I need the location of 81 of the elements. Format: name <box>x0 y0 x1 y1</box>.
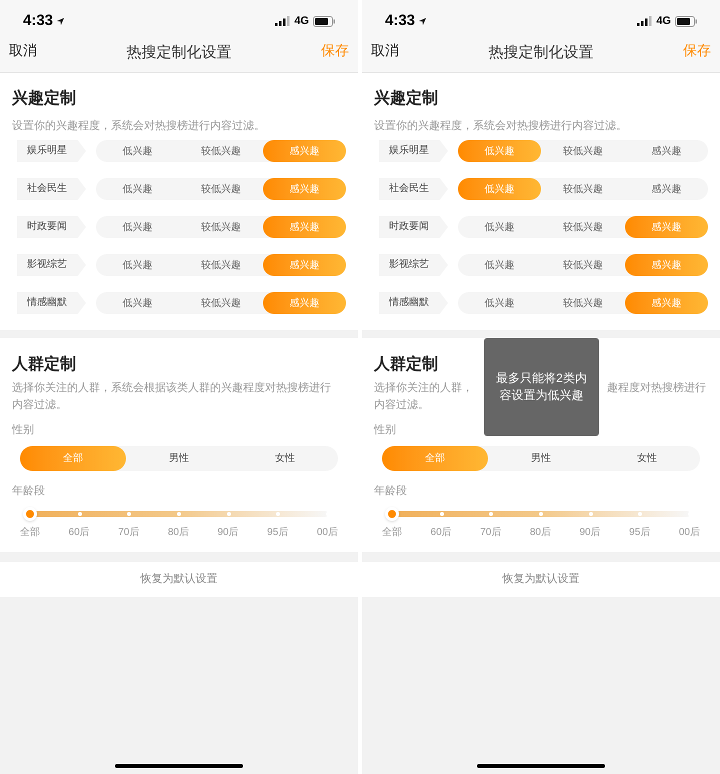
category-tag: 情感幽默 <box>17 292 86 314</box>
category-tag: 社会民生 <box>379 178 448 200</box>
network-label: 4G <box>656 14 671 29</box>
network-label: 4G <box>294 14 309 29</box>
interest-option[interactable]: 感兴趣 <box>624 178 708 200</box>
section-title: 兴趣定制 <box>12 89 77 109</box>
category-tag: 情感幽默 <box>379 292 448 314</box>
age-label: 90后 <box>218 526 239 540</box>
field-label: 年龄段 <box>12 484 46 499</box>
status-time: 4:33 <box>385 10 416 31</box>
cancel-button[interactable]: 取消 <box>371 40 399 60</box>
interest-option[interactable]: 低兴趣 <box>96 178 180 200</box>
interest-option[interactable]: 较低兴趣 <box>541 292 625 314</box>
cancel-button[interactable]: 取消 <box>9 40 37 60</box>
section-description: 趣程度对热搜榜进行 <box>607 380 706 396</box>
section-description: 内容过滤。 <box>374 398 430 413</box>
interest-option[interactable]: 较低兴趣 <box>541 140 625 162</box>
interest-option[interactable]: 较低兴趣 <box>179 216 263 238</box>
signal-icon <box>637 16 652 26</box>
section-title: 人群定制 <box>12 355 77 375</box>
interest-option[interactable]: 感兴趣 <box>624 140 708 162</box>
battery-icon <box>675 16 697 26</box>
category-tag: 影视综艺 <box>17 254 86 276</box>
category-tag: 影视综艺 <box>379 254 448 276</box>
battery-icon <box>313 16 335 26</box>
interest-option[interactable]: 较低兴趣 <box>541 178 625 200</box>
interest-option[interactable]: 较低兴趣 <box>179 254 263 276</box>
page-title: 热搜定制化设置 <box>488 43 594 63</box>
category-tag: 娱乐明星 <box>379 140 448 162</box>
section-description: 设置你的兴趣程度，系统会对热搜榜进行内容过滤。 <box>12 118 266 134</box>
age-label: 70后 <box>118 526 140 540</box>
section-description: 设置你的兴趣程度，系统会对热搜榜进行内容过滤。 <box>374 118 628 134</box>
section-title: 人群定制 <box>374 355 439 375</box>
location-arrow-icon <box>56 16 66 26</box>
slider-thumb[interactable] <box>385 507 399 521</box>
reset-button[interactable]: 恢复为默认设置 <box>362 562 720 597</box>
gender-option[interactable]: 男性 <box>126 446 232 471</box>
section-description: 选择你关注的人群， <box>374 380 473 396</box>
category-tag: 时政要闻 <box>379 216 448 238</box>
interest-option[interactable]: 低兴趣 <box>458 254 542 276</box>
age-label: 80后 <box>530 526 551 540</box>
age-label: 全部 <box>20 526 40 540</box>
age-label: 60后 <box>430 526 452 540</box>
slider-thumb[interactable] <box>23 507 37 521</box>
age-label: 90后 <box>580 526 601 540</box>
interest-option[interactable]: 低兴趣 <box>458 216 542 238</box>
interest-option[interactable]: 较低兴趣 <box>179 178 263 200</box>
field-label: 性别 <box>12 423 35 438</box>
category-tag: 社会民生 <box>17 178 86 200</box>
interest-option[interactable]: 低兴趣 <box>96 216 180 238</box>
page-title: 热搜定制化设置 <box>126 43 232 63</box>
interest-option[interactable]: 低兴趣 <box>96 292 180 314</box>
toast-message: 最多只能将2类内容设置为低兴趣 <box>484 338 599 436</box>
location-arrow-icon <box>418 16 428 26</box>
interest-option[interactable]: 低兴趣 <box>458 292 542 314</box>
section-description: 选择你关注的人群，系统会根据该类人群的兴趣程度对热搜榜进行内容过滤。 <box>12 380 332 413</box>
age-label: 95后 <box>267 526 288 540</box>
interest-option[interactable]: 低兴趣 <box>96 254 180 276</box>
age-label: 00后 <box>316 526 338 540</box>
interest-option[interactable]: 较低兴趣 <box>541 216 625 238</box>
age-label: 80后 <box>168 526 189 540</box>
reset-button[interactable]: 恢复为默认设置 <box>0 562 358 597</box>
interest-option[interactable]: 较低兴趣 <box>179 140 263 162</box>
age-label: 00后 <box>678 526 700 540</box>
age-label: 60后 <box>68 526 90 540</box>
gender-option[interactable]: 女性 <box>594 446 700 471</box>
field-label: 性别 <box>374 423 397 438</box>
age-label: 95后 <box>629 526 650 540</box>
section-title: 兴趣定制 <box>374 89 439 109</box>
gender-option[interactable]: 女性 <box>232 446 338 471</box>
status-time: 4:33 <box>23 10 54 31</box>
interest-option[interactable]: 较低兴趣 <box>179 292 263 314</box>
gender-option[interactable]: 男性 <box>488 446 594 471</box>
category-tag: 时政要闻 <box>17 216 86 238</box>
age-label: 全部 <box>382 526 402 540</box>
interest-option[interactable]: 低兴趣 <box>96 140 180 162</box>
signal-icon <box>275 16 290 26</box>
interest-option[interactable]: 较低兴趣 <box>541 254 625 276</box>
category-tag: 娱乐明星 <box>17 140 86 162</box>
field-label: 年龄段 <box>374 484 408 499</box>
age-label: 70后 <box>480 526 502 540</box>
